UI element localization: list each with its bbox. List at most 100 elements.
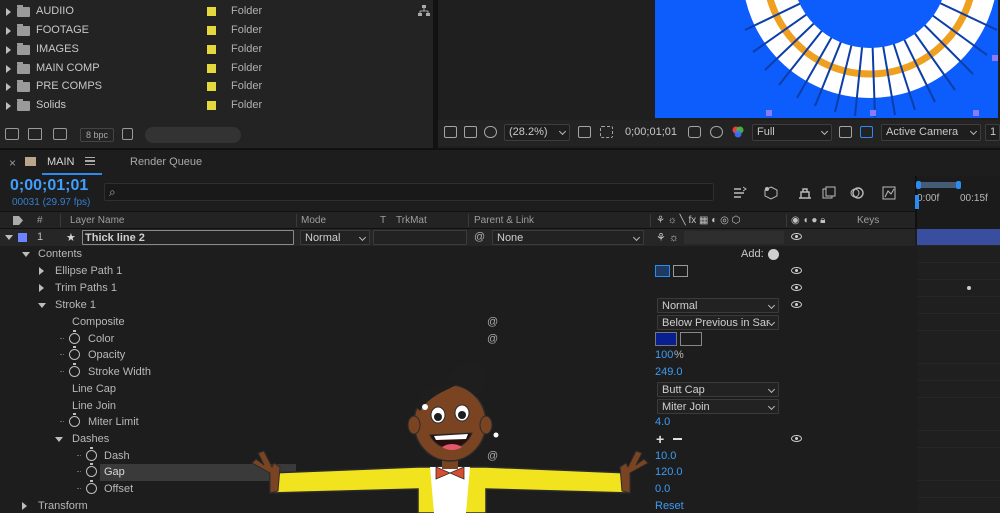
draft-3d-icon[interactable] [764, 186, 778, 200]
pickwhip-icon[interactable]: @ [474, 231, 485, 243]
expand-triangle-icon[interactable] [6, 83, 11, 91]
close-tab-icon[interactable]: × [9, 156, 16, 170]
panel-menu-icon[interactable] [85, 157, 95, 165]
viewer-layout-icon[interactable] [464, 126, 477, 138]
stopwatch-icon[interactable] [86, 480, 97, 494]
stopwatch-icon[interactable] [86, 463, 97, 477]
eyedropper-icon[interactable] [680, 332, 702, 346]
column-keys[interactable]: Keys [857, 215, 879, 226]
stopwatch-icon[interactable] [69, 346, 80, 360]
eye-icon[interactable] [791, 284, 802, 291]
path-direction-icon[interactable] [655, 265, 670, 277]
layer-name-field[interactable]: Thick line 2 [82, 230, 294, 245]
views-dropdown[interactable]: 1 [985, 124, 1000, 141]
property-row-ellipse[interactable]: Ellipse Path 1 [0, 263, 915, 280]
trkmat-dropdown[interactable] [373, 230, 467, 245]
stroke-blend-dropdown[interactable]: Normal [657, 298, 779, 313]
tab-render-queue[interactable]: Render Queue [130, 156, 202, 168]
layer-search-input[interactable]: ⌕ [104, 183, 714, 201]
motion-blur-icon[interactable] [850, 186, 864, 200]
column-trkmat[interactable]: TrkMat [396, 215, 427, 226]
expand-triangle-icon[interactable] [55, 437, 63, 442]
resolution-dropdown[interactable]: Full [752, 124, 832, 141]
expand-triangle-icon[interactable] [6, 65, 11, 73]
composite-dropdown[interactable]: Below Previous in Sar [657, 315, 779, 330]
shy-layers-icon[interactable] [798, 186, 812, 200]
stopwatch-icon[interactable] [69, 330, 80, 344]
eye-icon[interactable] [791, 233, 802, 240]
layer-row[interactable]: 1 ★ Thick line 2 Normal @ None ⚘ ☼ [0, 229, 915, 246]
label-color-swatch[interactable] [207, 64, 216, 73]
pickwhip-icon[interactable]: @ [487, 333, 498, 345]
expand-triangle-icon[interactable] [38, 303, 46, 308]
always-preview-icon[interactable] [444, 126, 457, 138]
current-time-display[interactable]: 0;00;01;01 [10, 177, 88, 195]
parent-dropdown[interactable]: None [492, 230, 644, 245]
work-area-end-handle[interactable] [956, 181, 961, 189]
interpret-footage-icon[interactable] [5, 128, 19, 140]
color-channels-icon[interactable] [731, 125, 745, 139]
property-row-contents[interactable]: Contents Add: [0, 246, 915, 263]
comp-mini-flowchart-icon[interactable] [733, 186, 747, 200]
add-play-icon[interactable] [768, 249, 779, 260]
layer-duration-bar[interactable] [917, 229, 1000, 246]
zoom-dropdown[interactable]: (28.2%) [504, 124, 570, 141]
title-action-safe-icon[interactable] [578, 126, 591, 138]
property-row-stroke[interactable]: Stroke 1 Normal [0, 297, 915, 314]
stopwatch-icon[interactable] [86, 447, 97, 461]
layer-switches-icons[interactable]: ⚘ ☼ ╲ fx ▦ ◐ ◎ ⬡ [656, 215, 740, 226]
work-area-start-handle[interactable] [916, 181, 921, 189]
eye-icon[interactable] [791, 267, 802, 274]
project-item[interactable]: MAIN COMP Folder [0, 60, 433, 78]
gap-value[interactable]: 120.0 [655, 466, 683, 478]
layer-label-color[interactable] [18, 233, 27, 242]
column-parent[interactable]: Parent & Link [474, 215, 534, 226]
stopwatch-icon[interactable] [69, 363, 80, 377]
project-item[interactable]: AUDIIO Folder [0, 3, 433, 21]
property-row-composite[interactable]: Composite @ Below Previous in Sar [0, 314, 915, 331]
add-menu-label[interactable]: Add: [741, 248, 764, 260]
add-dash-icon[interactable]: + [656, 431, 664, 447]
project-item[interactable]: IMAGES Folder [0, 41, 433, 59]
frame-blending-icon[interactable] [822, 186, 836, 200]
column-number[interactable]: # [37, 215, 43, 226]
column-divider[interactable] [468, 214, 469, 227]
eye-icon[interactable] [791, 435, 802, 442]
keyframe-icon[interactable] [967, 286, 971, 290]
property-row-color[interactable]: Color @ [0, 330, 915, 348]
transparency-grid-icon[interactable] [860, 126, 873, 138]
column-divider[interactable] [650, 214, 651, 227]
new-composition-icon[interactable] [53, 128, 67, 140]
offset-value[interactable]: 0.0 [655, 483, 670, 495]
path-direction-reverse-icon[interactable] [673, 265, 688, 277]
camera-dropdown[interactable]: Active Camera [881, 124, 981, 141]
transform-reset-link[interactable]: Reset [655, 500, 684, 512]
line-cap-dropdown[interactable]: Butt Cap [657, 382, 779, 397]
snapshot-camera-icon[interactable] [688, 126, 701, 138]
new-folder-icon[interactable] [28, 128, 42, 140]
line-join-dropdown[interactable]: Miter Join [657, 399, 779, 414]
expand-triangle-icon[interactable] [39, 267, 44, 275]
stopwatch-icon[interactable] [69, 413, 80, 427]
label-color-swatch[interactable] [207, 26, 216, 35]
current-time-indicator[interactable] [915, 195, 919, 209]
label-color-swatch[interactable] [207, 101, 216, 110]
stroke-width-value[interactable]: 249.0 [655, 366, 683, 378]
flowchart-icon[interactable] [418, 5, 430, 17]
switch-cells[interactable] [684, 231, 784, 244]
opacity-value[interactable]: 100 [655, 349, 673, 361]
show-snapshot-icon[interactable] [710, 126, 723, 138]
label-color-swatch[interactable] [207, 45, 216, 54]
av-switches-icons[interactable]: ◉ ◖ ● 🔒︎ [791, 215, 825, 226]
viewer-timecode[interactable]: 0;00;01;01 [625, 126, 677, 138]
fast-previews-icon[interactable] [839, 126, 852, 138]
expand-triangle-icon[interactable] [5, 235, 13, 240]
column-layer-name[interactable]: Layer Name [70, 215, 124, 226]
column-mode[interactable]: Mode [301, 215, 326, 226]
expand-triangle-icon[interactable] [6, 8, 11, 16]
expand-triangle-icon[interactable] [6, 46, 11, 54]
blend-mode-dropdown[interactable]: Normal [300, 230, 370, 245]
expand-triangle-icon[interactable] [22, 252, 30, 257]
shy-switch-icon[interactable]: ⚘ ☼ [656, 231, 679, 244]
project-search-input[interactable] [145, 127, 241, 143]
